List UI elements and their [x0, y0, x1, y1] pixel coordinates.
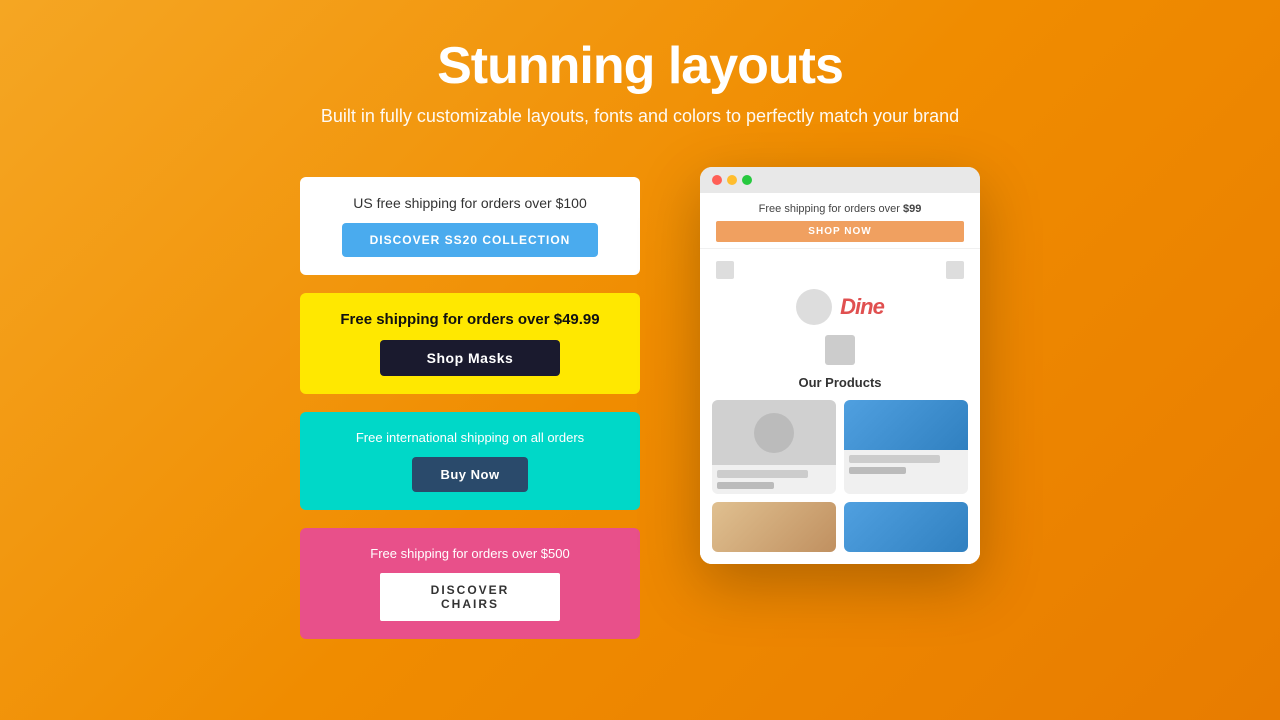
- notification-text: Free shipping for orders over $99: [716, 203, 964, 215]
- product-price-1: [717, 482, 774, 489]
- product-img-1: [712, 400, 836, 465]
- page-header: Stunning layouts Built in fully customiz…: [0, 0, 1280, 147]
- banner-cyan: Free international shipping on all order…: [300, 412, 640, 510]
- notification-bar: Free shipping for orders over $99 SHOP N…: [700, 193, 980, 249]
- notif-shop-now-button[interactable]: SHOP NOW: [716, 221, 964, 242]
- app-avatar: [796, 289, 832, 325]
- product-inner-img-1: [754, 413, 794, 453]
- notif-price: $99: [903, 203, 921, 215]
- product-card-3: [712, 502, 836, 552]
- browser-dot-minimize: [727, 175, 737, 185]
- browser-dot-maximize: [742, 175, 752, 185]
- product-card-1: [712, 400, 836, 494]
- product-info-2: [844, 450, 968, 479]
- product-name-1: [717, 470, 808, 478]
- banner-white-button[interactable]: Discover SS20 Collection: [342, 223, 599, 257]
- product-img-3: [712, 502, 836, 552]
- app-logo-area: Dine: [712, 289, 968, 325]
- hamburger-icon: [716, 261, 734, 279]
- app-section-title: Our Products: [712, 375, 968, 390]
- banner-pink: Free shipping for orders over $500 DISCO…: [300, 528, 640, 639]
- banner-yellow-text: Free shipping for orders over $49.99: [340, 311, 599, 328]
- banners-column: US free shipping for orders over $100 Di…: [300, 167, 640, 639]
- product-card-2: [844, 400, 968, 494]
- banner-pink-text: Free shipping for orders over $500: [370, 546, 569, 561]
- product-price-2: [849, 467, 906, 474]
- banner-cyan-button[interactable]: Buy Now: [412, 457, 527, 492]
- banner-pink-button[interactable]: DISCOVER CHAIRS: [380, 573, 560, 621]
- banner-yellow-button[interactable]: Shop Masks: [380, 340, 560, 376]
- product-img-4: [844, 502, 968, 552]
- app-promo-badge: [825, 335, 855, 365]
- browser-content: Free shipping for orders over $99 SHOP N…: [700, 193, 980, 564]
- app-content: Dine Our Products: [700, 249, 980, 564]
- banner-cyan-text: Free international shipping on all order…: [356, 430, 584, 445]
- banner-white: US free shipping for orders over $100 Di…: [300, 177, 640, 275]
- product-name-2: [849, 455, 940, 463]
- product-info-1: [712, 465, 836, 494]
- browser-dot-close: [712, 175, 722, 185]
- app-brand-name: Dine: [840, 294, 884, 320]
- product-img-2: [844, 400, 968, 450]
- browser-window: Free shipping for orders over $99 SHOP N…: [700, 167, 980, 564]
- main-content: US free shipping for orders over $100 Di…: [0, 147, 1280, 720]
- page-subtitle: Built in fully customizable layouts, fon…: [20, 106, 1260, 127]
- cart-icon: [946, 261, 964, 279]
- banner-white-text: US free shipping for orders over $100: [353, 195, 586, 211]
- phone-mockup-column: Free shipping for orders over $99 SHOP N…: [700, 167, 980, 564]
- browser-chrome-bar: [700, 167, 980, 193]
- app-nav: [712, 261, 968, 279]
- notif-label: Free shipping for orders over: [759, 203, 903, 215]
- app-products-top: [712, 400, 968, 494]
- page-title: Stunning layouts: [20, 36, 1260, 96]
- banner-yellow: Free shipping for orders over $49.99 Sho…: [300, 293, 640, 394]
- app-products-bottom: [712, 502, 968, 552]
- product-card-4: [844, 502, 968, 552]
